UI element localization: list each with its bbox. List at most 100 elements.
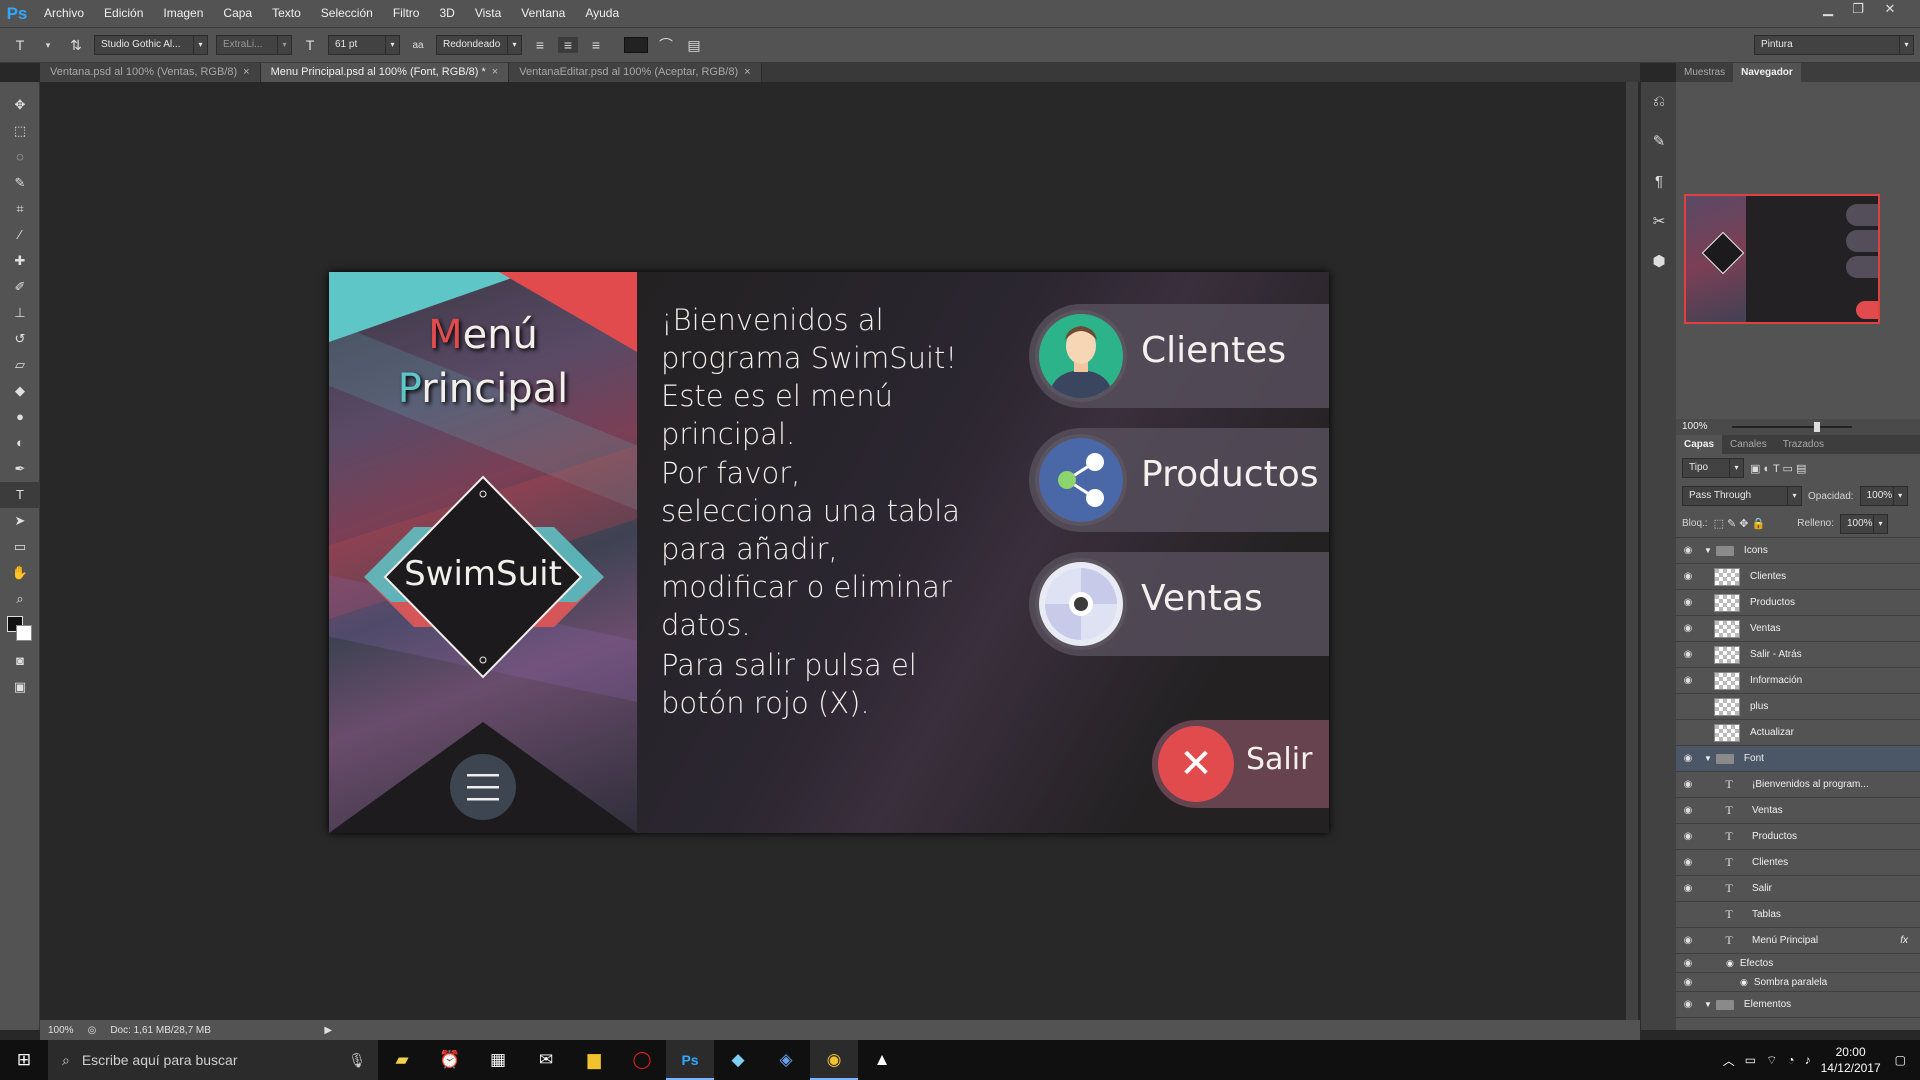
tab-ventana[interactable]: Ventana.psd al 100% (Ventas, RGB/8) ×: [40, 63, 261, 82]
wifi-icon[interactable]: ◔: [1787, 1053, 1794, 1067]
menu-archivo[interactable]: Archivo: [34, 0, 94, 27]
paragraph-panel-icon[interactable]: ¶: [1641, 162, 1677, 202]
menu-ventana[interactable]: Ventana: [511, 0, 575, 27]
type-tool-icon[interactable]: T: [10, 37, 30, 53]
menu-texto[interactable]: Texto: [262, 0, 311, 27]
crop-tool-icon[interactable]: ⌗: [0, 196, 40, 222]
visibility-eye-icon[interactable]: ◉: [1676, 675, 1700, 686]
layer-kind-select[interactable]: Tipo ▾: [1682, 458, 1744, 478]
layer-row[interactable]: ◉ ▼ Font: [1676, 746, 1920, 772]
visibility-eye-icon[interactable]: ◉: [1676, 545, 1700, 556]
character-panel-icon[interactable]: ▤: [684, 37, 704, 54]
visibility-eye-icon[interactable]: ◉: [1676, 779, 1700, 790]
visibility-eye-icon[interactable]: ◉: [1676, 831, 1700, 842]
opera-icon[interactable]: ◯: [618, 1040, 666, 1080]
hand-tool-icon[interactable]: ✋: [0, 560, 40, 586]
layer-row[interactable]: ◉ T Clientes: [1676, 850, 1920, 876]
warp-text-icon[interactable]: ⌒: [656, 35, 676, 55]
app-icon[interactable]: ◆: [714, 1040, 762, 1080]
tab-close-icon[interactable]: ×: [243, 66, 249, 78]
align-center-icon[interactable]: ≡: [558, 37, 578, 53]
visibility-eye-icon[interactable]: ◉: [1676, 958, 1700, 969]
visibility-eye-icon[interactable]: ◉: [1676, 977, 1700, 988]
menu-3d[interactable]: 3D: [429, 0, 464, 27]
layer-row[interactable]: plus: [1676, 694, 1920, 720]
brush-panel-icon[interactable]: ✎: [1641, 122, 1677, 162]
menu-ayuda[interactable]: Ayuda: [575, 0, 629, 27]
salir-button[interactable]: ✕ Salir: [1152, 720, 1329, 808]
layer-row[interactable]: ◉ Productos: [1676, 590, 1920, 616]
group-expand-icon[interactable]: ▼: [1704, 1000, 1712, 1009]
effect-eye-icon[interactable]: ◉: [1740, 977, 1748, 988]
menu-seleccion[interactable]: Selección: [311, 0, 383, 27]
font-family-select[interactable]: Studio Gothic Al... ▾: [94, 35, 208, 55]
sticky-notes-icon[interactable]: ▰: [378, 1040, 426, 1080]
file-explorer-icon[interactable]: ▆: [570, 1040, 618, 1080]
document-canvas[interactable]: Menú Principal SwimSuit ¡Bienvenidos al …: [329, 272, 1329, 833]
tools-panel-icon[interactable]: ✂: [1641, 202, 1677, 242]
layer-row[interactable]: ◉ Salir - Atrás: [1676, 642, 1920, 668]
visibility-eye-icon[interactable]: ◉: [1676, 999, 1700, 1010]
brush-tool-icon[interactable]: ✐: [0, 274, 40, 300]
lasso-tool-icon[interactable]: ◌: [0, 144, 40, 170]
status-menu-arrow-icon[interactable]: ▶: [324, 1025, 332, 1036]
visibility-eye-icon[interactable]: ◉: [1676, 623, 1700, 634]
screen-mode-icon[interactable]: ▣: [0, 674, 40, 700]
quick-mask-icon[interactable]: ◙: [0, 648, 40, 674]
layer-row[interactable]: ◉ T Ventas: [1676, 798, 1920, 824]
productos-button[interactable]: Productos: [1029, 428, 1329, 532]
close-window-icon[interactable]: ✕: [1876, 0, 1904, 18]
visibility-eye-icon[interactable]: ◉: [1676, 597, 1700, 608]
restore-icon[interactable]: ❐: [1844, 0, 1872, 18]
layer-row[interactable]: ◉ Información: [1676, 668, 1920, 694]
alarm-clock-icon[interactable]: ⏰: [426, 1040, 474, 1080]
history-brush-icon[interactable]: ↺: [0, 326, 40, 352]
layer-row[interactable]: ◉ T Salir: [1676, 876, 1920, 902]
photoshop-taskbar-icon[interactable]: Ps: [666, 1040, 714, 1080]
tray-arrow-icon[interactable]: ︿: [1723, 1052, 1735, 1069]
menu-imagen[interactable]: Imagen: [153, 0, 213, 27]
eyedropper-tool-icon[interactable]: ⁄: [0, 222, 40, 248]
eraser-tool-icon[interactable]: ▱: [0, 352, 40, 378]
zoom-slider[interactable]: [1732, 426, 1852, 428]
healing-tool-icon[interactable]: ✚: [0, 248, 40, 274]
layer-row[interactable]: ◉ T Menú Principal fx: [1676, 928, 1920, 954]
layer-row[interactable]: T Tablas: [1676, 902, 1920, 928]
tab-capas[interactable]: Capas: [1676, 435, 1723, 454]
group-expand-icon[interactable]: ▼: [1704, 546, 1712, 555]
tab-canales[interactable]: Canales: [1722, 435, 1775, 454]
visibility-eye-icon[interactable]: ◉: [1676, 935, 1700, 946]
layer-row[interactable]: Actualizar: [1676, 720, 1920, 746]
lock-icons[interactable]: ⬚ ✎ ✥ 🔒: [1714, 517, 1766, 530]
move-tool-icon[interactable]: ✥: [0, 92, 40, 118]
tab-close-icon[interactable]: ×: [744, 66, 750, 78]
visibility-eye-icon[interactable]: ◉: [1676, 571, 1700, 582]
ventas-button[interactable]: Ventas: [1029, 552, 1329, 656]
history-panel-icon[interactable]: ⎌: [1641, 82, 1677, 122]
paint-bucket-icon[interactable]: ◆: [0, 378, 40, 404]
calendar-icon[interactable]: ▦: [474, 1040, 522, 1080]
align-left-icon[interactable]: ≡: [530, 37, 550, 53]
volume-icon[interactable]: ♪: [1805, 1053, 1811, 1067]
layer-row[interactable]: ◉ ◉ Efectos: [1676, 954, 1920, 973]
background-color[interactable]: [16, 625, 32, 641]
menu-capa[interactable]: Capa: [213, 0, 262, 27]
app-running-icon[interactable]: ◉: [810, 1040, 858, 1080]
layer-row[interactable]: ◉ Ventas: [1676, 616, 1920, 642]
color-swatches[interactable]: [0, 612, 40, 648]
layer-row[interactable]: ◉ Clientes: [1676, 564, 1920, 590]
layer-row[interactable]: ◉ ◉ Sombra paralela: [1676, 973, 1920, 992]
group-expand-icon[interactable]: ▼: [1704, 754, 1712, 763]
clock[interactable]: 20:00 14/12/2017: [1821, 1044, 1881, 1076]
canvas-scrollbar[interactable]: [1626, 82, 1638, 1020]
quick-select-tool-icon[interactable]: ✎: [0, 170, 40, 196]
navigator-thumbnail[interactable]: [1684, 194, 1880, 324]
photos-icon[interactable]: ▲: [858, 1040, 906, 1080]
layer-row[interactable]: ◉ ▼ Elementos: [1676, 992, 1920, 1018]
filter-icons[interactable]: ▣ ◐ T ▭ ▤: [1750, 462, 1806, 475]
visibility-eye-icon[interactable]: ◉: [1676, 805, 1700, 816]
dodge-tool-icon[interactable]: ◐: [0, 430, 40, 456]
tab-muestras[interactable]: Muestras: [1676, 63, 1733, 82]
layer-row[interactable]: ◉ ▼ Icons: [1676, 538, 1920, 564]
mysql-icon[interactable]: ◈: [762, 1040, 810, 1080]
